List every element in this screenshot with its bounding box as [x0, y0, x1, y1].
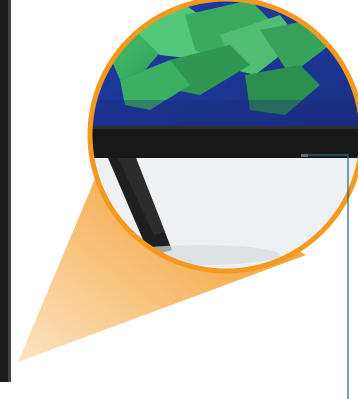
- canvas: [0, 0, 358, 399]
- tv-side-edge-highlight: [8, 0, 11, 382]
- tv-zoom-illustration: [0, 0, 358, 399]
- tv-bezel-icon: [90, 126, 358, 158]
- status-led-icon: [301, 154, 308, 157]
